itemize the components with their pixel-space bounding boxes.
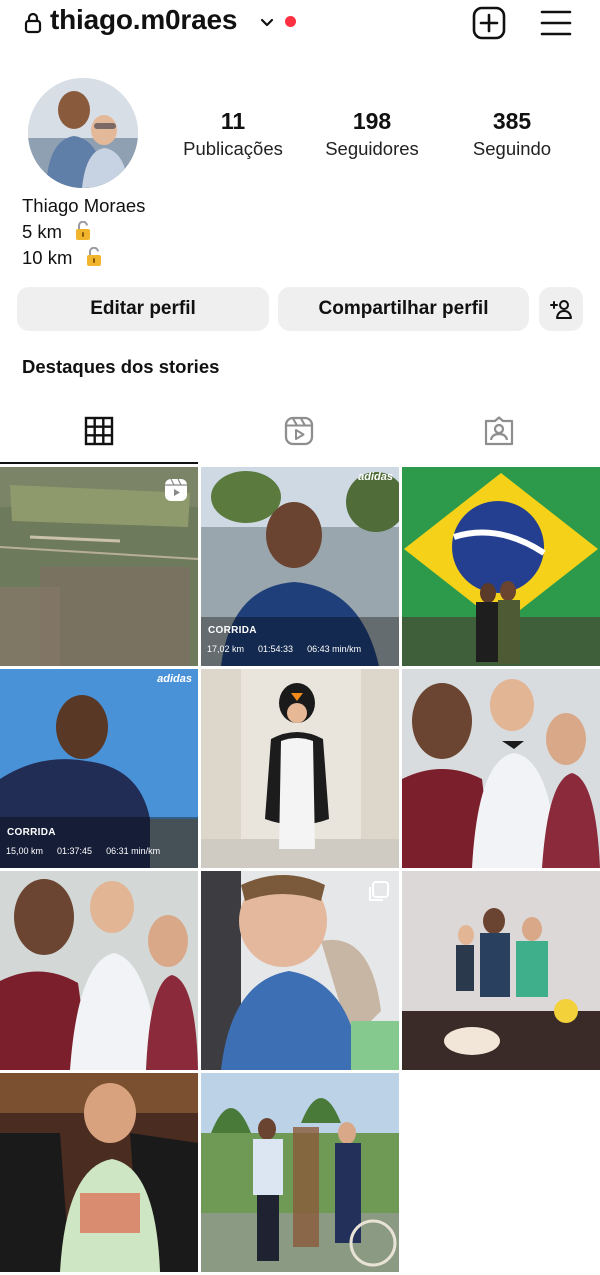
post-thumbnail[interactable] bbox=[0, 871, 198, 1070]
post-thumbnail[interactable] bbox=[0, 1073, 198, 1272]
bio-line-text: 10 km bbox=[22, 247, 73, 268]
bio-line: 5 km bbox=[22, 220, 91, 244]
post-thumbnail[interactable] bbox=[201, 669, 399, 868]
love-sign-photo bbox=[201, 1073, 399, 1272]
edit-profile-button[interactable]: Editar perfil bbox=[17, 287, 269, 331]
run-duration: 01:37:45 bbox=[57, 846, 93, 856]
run-label: CORRIDA bbox=[208, 625, 257, 636]
post-thumbnail[interactable] bbox=[402, 871, 600, 1070]
stat-posts-count: 11 bbox=[220, 108, 246, 134]
post-thumbnail[interactable] bbox=[0, 467, 198, 666]
new-post-icon[interactable] bbox=[472, 6, 506, 40]
run-label: CORRIDA bbox=[7, 827, 56, 838]
stat-following-label: Seguindo bbox=[472, 138, 552, 159]
menu-icon[interactable] bbox=[540, 8, 572, 38]
tab-tagged[interactable] bbox=[400, 405, 600, 465]
lock-icon bbox=[24, 12, 42, 34]
post-thumbnail[interactable] bbox=[201, 1073, 399, 1272]
barber-chair-photo bbox=[0, 1073, 198, 1272]
running-selfie-photo bbox=[201, 467, 399, 666]
brand-logo: adidas bbox=[358, 471, 393, 483]
run-distance: 17,02 km bbox=[207, 644, 245, 654]
carousel-icon bbox=[369, 881, 389, 901]
bio-line: 10 km bbox=[22, 246, 102, 270]
post-thumbnail[interactable] bbox=[201, 871, 399, 1070]
add-user-button[interactable] bbox=[539, 287, 583, 331]
post-thumbnail[interactable] bbox=[402, 669, 600, 868]
run-stats: 17,02 km 01:54:33 06:43 min/km bbox=[207, 644, 375, 654]
run-stats: 15,00 km 01:37:45 06:31 min/km bbox=[6, 846, 174, 856]
family-selfie-photo bbox=[0, 871, 198, 1070]
stat-following-count: 385 bbox=[492, 108, 532, 134]
family-selfie-photo bbox=[402, 669, 600, 868]
profile-name: Thiago Moraes bbox=[22, 195, 146, 216]
stat-posts-label: Publicações bbox=[183, 138, 283, 159]
stat-followers-label: Seguidores bbox=[325, 138, 419, 159]
tab-selected-indicator bbox=[0, 462, 198, 464]
account-username[interactable]: thiago.m0raes bbox=[50, 4, 237, 36]
add-user-icon bbox=[550, 300, 572, 319]
unlocked-lock-icon bbox=[76, 221, 91, 240]
celebration-photo bbox=[402, 871, 600, 1070]
stat-following[interactable]: 385 Seguindo bbox=[460, 106, 564, 162]
grid-icon bbox=[84, 416, 114, 446]
notification-dot bbox=[285, 16, 296, 27]
unlocked-lock-icon bbox=[86, 247, 101, 266]
top-bar: thiago.m0raes bbox=[0, 0, 600, 48]
highlights-title: Destaques dos stories bbox=[22, 356, 220, 377]
run-duration: 01:54:33 bbox=[258, 644, 294, 654]
brand-logo: adidas bbox=[157, 673, 192, 685]
run-pace: 06:43 min/km bbox=[307, 644, 362, 654]
post-thumbnail[interactable]: adidas CORRIDA 15,00 km 01:37:45 06:31 min… bbox=[0, 669, 198, 868]
tagged-icon bbox=[484, 416, 514, 446]
brazil-flag-photo bbox=[402, 467, 600, 666]
post-thumbnail[interactable] bbox=[402, 467, 600, 666]
share-profile-button[interactable]: Compartilhar perfil bbox=[278, 287, 529, 331]
run-pace: 06:31 min/km bbox=[106, 846, 161, 856]
reel-badge-icon bbox=[165, 478, 187, 501]
tab-posts-grid[interactable] bbox=[0, 405, 200, 465]
profile-avatar[interactable] bbox=[28, 78, 138, 188]
profile-tabs bbox=[0, 405, 600, 465]
penguin-costume-photo bbox=[201, 669, 399, 868]
stat-followers-count: 198 bbox=[352, 108, 392, 134]
chevron-down-icon[interactable] bbox=[259, 15, 275, 31]
tab-reels[interactable] bbox=[200, 405, 400, 465]
run-distance: 15,00 km bbox=[6, 846, 44, 856]
running-selfie-photo bbox=[0, 669, 198, 868]
post-thumbnail[interactable]: adidas CORRIDA 17,02 km 01:54:33 06:43 min… bbox=[201, 467, 399, 666]
bio-line-text: 5 km bbox=[22, 221, 63, 242]
reels-icon bbox=[284, 416, 314, 446]
stat-posts[interactable]: 11 Publicações bbox=[170, 106, 296, 162]
stat-followers[interactable]: 198 Seguidores bbox=[312, 106, 432, 162]
